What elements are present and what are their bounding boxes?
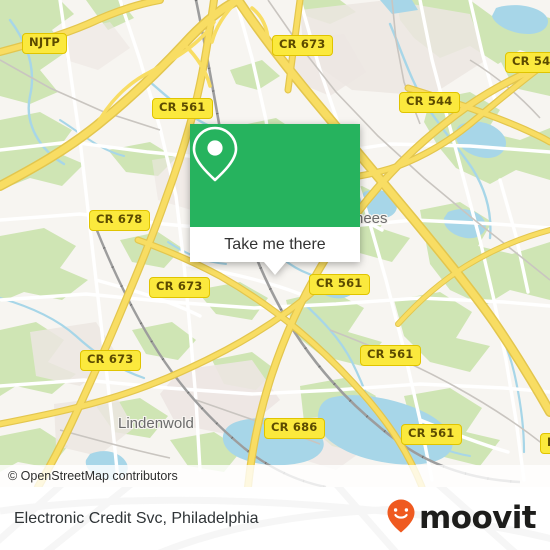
moovit-logo[interactable]: moovit xyxy=(386,487,537,550)
road-shield: CR 544 xyxy=(399,92,460,113)
road-shield: CR 686 xyxy=(264,418,325,439)
road-shield: CR 673 xyxy=(149,277,210,298)
road-shield: CR 544 xyxy=(505,52,550,73)
place-label-lindenwold: Lindenwold xyxy=(118,415,194,432)
take-me-there-label: Take me there xyxy=(224,235,326,253)
footer-bar: Electronic Credit Svc, Philadelphia moov… xyxy=(0,487,550,550)
take-me-there-button[interactable]: Take me there xyxy=(190,227,360,262)
road-shield: CR 561 xyxy=(360,345,421,366)
map-canvas[interactable]: NJTP CR 673 CR 544 CR 561 CR 544 CR 678 … xyxy=(0,0,550,487)
road-shield: CR 673 xyxy=(272,35,333,56)
moovit-smiley-pin-icon xyxy=(386,498,416,539)
moovit-map-screenshot: NJTP CR 673 CR 544 CR 561 CR 544 CR 678 … xyxy=(0,0,550,550)
moovit-wordmark: moovit xyxy=(419,500,537,536)
page-title: Electronic Credit Svc, Philadelphia xyxy=(14,487,259,550)
popup-card-pointer xyxy=(264,262,286,275)
road-shield: CR 678 xyxy=(89,210,150,231)
road-shield: CR 561 xyxy=(152,98,213,119)
road-shield: CR 561 xyxy=(401,424,462,445)
road-shield: NJTP xyxy=(22,33,67,54)
road-shield: N xyxy=(540,433,550,454)
road-shield: CR 673 xyxy=(80,350,141,371)
footer-title-text: Electronic Credit Svc, Philadelphia xyxy=(14,509,259,527)
map-attribution-bar: © OpenStreetMap contributors xyxy=(0,465,550,487)
popup-card-image xyxy=(190,124,360,227)
openstreetmap-attribution[interactable]: © OpenStreetMap contributors xyxy=(8,469,178,483)
location-popup-card[interactable]: Take me there xyxy=(190,124,360,275)
road-shield: CR 561 xyxy=(309,274,370,295)
